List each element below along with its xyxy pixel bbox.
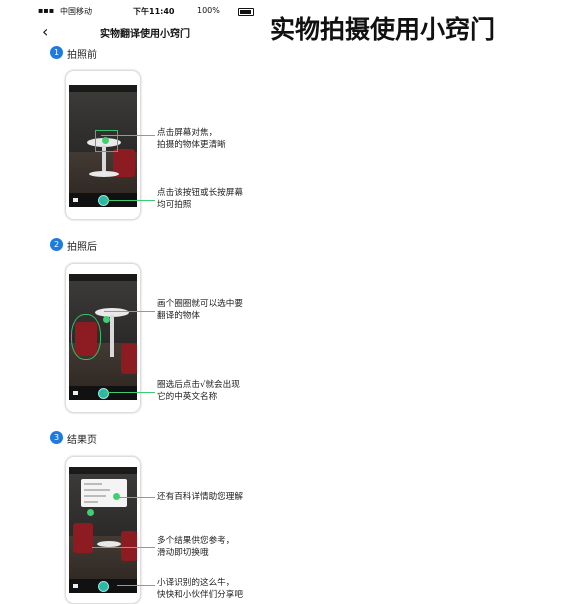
annotation-multiple-results: 多个结果供您参考， 滑动即切换哦	[157, 536, 235, 558]
selection-circle	[71, 314, 101, 360]
signal-icon: ▪▪▪	[38, 6, 55, 15]
selection-dot	[103, 316, 110, 323]
annotation-shutter: 点击该按钮或长按屏幕 均可拍照	[157, 188, 243, 210]
chevron-left-icon[interactable]: ‹	[42, 22, 48, 41]
camera-screen	[69, 85, 137, 207]
leader-line	[117, 497, 155, 498]
leader-line	[92, 547, 155, 548]
annotation-encyclopedia: 还有百科详情助您理解	[157, 492, 243, 502]
status-bar: ▪▪▪ 中国移动 下午11:40 100%	[0, 0, 262, 22]
nav-bar: ‹ 实物翻译使用小窍门	[0, 22, 262, 42]
annotation-confirm: 圈选后点击√就会出现 它的中英文名称	[157, 380, 240, 402]
leader-line	[104, 200, 155, 201]
camera-icon[interactable]	[73, 391, 78, 395]
page-title: 实物拍摄使用小窍门	[270, 15, 496, 44]
stool	[73, 523, 93, 553]
share-button[interactable]	[98, 581, 109, 592]
result-toolbar	[69, 579, 137, 593]
clock: 下午11:40	[133, 7, 175, 16]
leader-line	[104, 311, 155, 312]
result-screen	[69, 467, 137, 593]
battery-percent: 100%	[197, 6, 220, 15]
step-label: 拍照后	[67, 242, 97, 253]
annotation-share: 小译识别的这么牛， 快快和小伙伴们分享吧	[157, 578, 243, 600]
camera-toolbar	[69, 386, 137, 400]
annotation-focus: 点击屏幕对焦， 拍摄的物体更清晰	[157, 128, 226, 150]
gallery-icon[interactable]	[73, 198, 78, 202]
carrier-label: 中国移动	[60, 7, 92, 16]
step-number-badge: 3	[50, 431, 63, 444]
battery-icon	[238, 8, 254, 16]
step-2-header: 2 拍照后	[50, 238, 170, 253]
step-label: 结果页	[67, 435, 97, 446]
focus-dot	[102, 137, 109, 144]
phone-mockup-before	[65, 70, 141, 220]
leader-line	[117, 585, 155, 586]
swipe-dot	[87, 509, 94, 516]
step-label: 拍照前	[67, 50, 97, 61]
leader-line	[101, 135, 155, 136]
step-number-badge: 1	[50, 46, 63, 59]
step-number-badge: 2	[50, 238, 63, 251]
camera-icon[interactable]	[73, 584, 78, 588]
step-1-header: 1 拍照前	[50, 46, 170, 61]
step-3-header: 3 结果页	[50, 431, 170, 446]
confirm-button[interactable]	[98, 388, 109, 399]
leader-line	[104, 392, 155, 393]
phone-mockup-result	[65, 456, 141, 604]
annotation-circle-select: 画个圈圈就可以选中要 翻译的物体	[157, 299, 243, 321]
nav-title: 实物翻译使用小窍门	[100, 29, 190, 40]
result-card[interactable]	[81, 479, 127, 507]
camera-screen	[69, 274, 137, 400]
phone-mockup-after	[65, 263, 141, 413]
